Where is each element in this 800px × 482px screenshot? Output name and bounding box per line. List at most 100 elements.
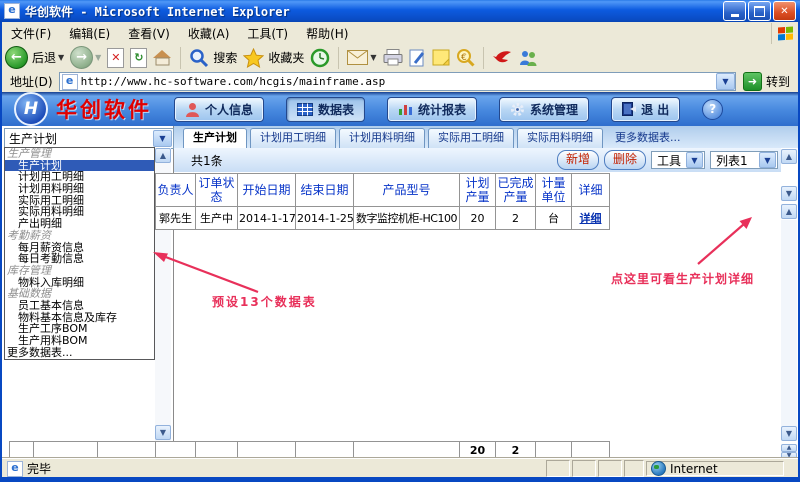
toolbar-separator bbox=[338, 47, 339, 69]
scroll-down-icon[interactable]: ▼ bbox=[155, 425, 171, 440]
tab-more-tables[interactable]: 更多数据表... bbox=[615, 128, 681, 148]
col-owner[interactable]: 负责人 bbox=[156, 174, 196, 207]
tab-actual-material[interactable]: 实际用料明细 bbox=[517, 128, 603, 148]
status-text: 完毕 bbox=[27, 460, 51, 477]
help-icon[interactable]: ? bbox=[702, 99, 723, 120]
col-detail[interactable]: 详细 bbox=[572, 174, 610, 207]
col-product-model[interactable]: 产品型号 bbox=[354, 174, 460, 207]
col-status[interactable]: 订单状态 bbox=[196, 174, 238, 207]
tools-select[interactable]: 工具 ▼ bbox=[651, 151, 705, 169]
scroll-down-icon[interactable]: ▼ bbox=[781, 426, 797, 441]
tab-bar: 生产计划 计划用工明细 计划用料明细 实际用工明细 实际用料明细 更多数据表..… bbox=[174, 126, 798, 148]
app-header: H 华创软件 个人信息 数据表 统计报表 系统管理 退 出 ? bbox=[2, 92, 798, 126]
summary-planned-qty: 20 bbox=[460, 442, 496, 460]
delete-button[interactable]: 删除 bbox=[604, 150, 646, 170]
status-bar: e 完毕 Internet bbox=[2, 458, 798, 478]
col-end-date[interactable]: 结束日期 bbox=[296, 174, 354, 207]
list-group-production: 生产管理 bbox=[5, 148, 154, 160]
col-start-date[interactable]: 开始日期 bbox=[238, 174, 296, 207]
back-dropdown-icon[interactable]: ▼ bbox=[58, 53, 64, 62]
messenger-button[interactable] bbox=[518, 49, 539, 67]
thunder-button[interactable] bbox=[492, 49, 512, 67]
toolbar-separator bbox=[483, 47, 484, 69]
nav-data-tables-button[interactable]: 数据表 bbox=[286, 97, 365, 122]
scroll-up-icon[interactable]: ▲ bbox=[155, 148, 171, 163]
chevron-down-icon[interactable]: ▼ bbox=[759, 152, 776, 168]
gear-icon bbox=[510, 102, 525, 117]
scroll-up-icon[interactable]: ▲ bbox=[781, 444, 797, 452]
favorites-button[interactable]: 收藏夹 bbox=[243, 48, 304, 68]
menu-file[interactable]: 文件(F) bbox=[2, 23, 60, 44]
grid-scrollbar[interactable]: ▲ ▼ ▲ ▼ ▲ ▼ bbox=[781, 148, 797, 458]
cell-status: 生产中 bbox=[196, 207, 238, 230]
detail-link[interactable]: 详细 bbox=[580, 212, 602, 225]
home-button[interactable] bbox=[153, 49, 172, 66]
search-button[interactable]: 搜索 bbox=[189, 48, 237, 68]
col-unit[interactable]: 计量单位 bbox=[536, 174, 572, 207]
tab-production-plan[interactable]: 生产计划 bbox=[183, 128, 247, 148]
title-bar: e 华创软件 - Microsoft Internet Explorer ✕ bbox=[0, 0, 800, 22]
list-group-attendance: 考勤薪资 bbox=[5, 230, 154, 242]
tab-actual-labor[interactable]: 实际用工明细 bbox=[428, 128, 514, 148]
nav-reports-button[interactable]: 统计报表 bbox=[387, 97, 477, 122]
list-item[interactable]: 生产用料BOM bbox=[5, 335, 154, 347]
menu-help[interactable]: 帮助(H) bbox=[297, 23, 357, 44]
scroll-up-icon[interactable]: ▲ bbox=[781, 204, 797, 219]
close-button[interactable]: ✕ bbox=[773, 1, 796, 21]
mail-dropdown-icon[interactable]: ▼ bbox=[370, 53, 376, 62]
menu-tools[interactable]: 工具(T) bbox=[238, 23, 297, 44]
annotation-tables-note: 预设13个数据表 bbox=[212, 293, 317, 310]
stop-button[interactable]: ✕ bbox=[107, 48, 124, 68]
menu-edit[interactable]: 编辑(E) bbox=[60, 23, 119, 44]
menu-view[interactable]: 查看(V) bbox=[119, 23, 179, 44]
view-select-value: 列表1 bbox=[716, 152, 748, 169]
scrollbar-track[interactable] bbox=[781, 220, 797, 426]
add-button[interactable]: 新增 bbox=[557, 150, 599, 170]
view-select[interactable]: 列表1 ▼ bbox=[710, 151, 778, 169]
back-button[interactable]: ← 后退 ▼ bbox=[5, 46, 64, 69]
col-completed-qty[interactable]: 已完成产量 bbox=[496, 174, 536, 207]
list-group-inventory: 库存管理 bbox=[5, 265, 154, 277]
maximize-button[interactable] bbox=[748, 1, 771, 21]
cell-completed-qty: 2 bbox=[496, 207, 536, 230]
annotation-detail-note: 点这里可看生产计划详细 bbox=[611, 270, 754, 287]
chevron-down-icon[interactable]: ▼ bbox=[686, 152, 703, 168]
scroll-up-icon[interactable]: ▲ bbox=[781, 149, 797, 164]
table-selector-dropdown[interactable]: 生产计划 ▼ bbox=[4, 128, 174, 149]
forward-button[interactable]: → ▼ bbox=[70, 46, 101, 69]
tab-planned-material[interactable]: 计划用料明细 bbox=[339, 128, 425, 148]
status-panel bbox=[624, 460, 644, 477]
status-panel bbox=[546, 460, 570, 477]
page-icon: e bbox=[62, 74, 78, 90]
cell-start-date: 2014-1-17 bbox=[238, 207, 296, 230]
mail-button[interactable]: ▼ bbox=[347, 50, 376, 65]
list-item-more-tables[interactable]: 更多数据表... bbox=[5, 347, 154, 359]
address-input[interactable]: e http://www.hc-software.com/hcgis/mainf… bbox=[59, 72, 736, 91]
svg-text:€: € bbox=[461, 53, 467, 63]
cell-owner: 郭先生 bbox=[156, 207, 196, 230]
list-item[interactable]: 员工基本信息 bbox=[5, 300, 154, 312]
print-button[interactable] bbox=[383, 49, 403, 66]
notes-button[interactable] bbox=[432, 49, 450, 66]
edit-button[interactable] bbox=[409, 49, 426, 67]
refresh-button[interactable]: ↻ bbox=[130, 48, 147, 68]
currency-button[interactable]: € bbox=[456, 48, 475, 67]
nav-admin-button[interactable]: 系统管理 bbox=[499, 97, 589, 122]
browser-window: e 华创软件 - Microsoft Internet Explorer ✕ 文… bbox=[0, 0, 800, 482]
col-planned-qty[interactable]: 计划产量 bbox=[460, 174, 496, 207]
scroll-down-icon[interactable]: ▼ bbox=[781, 186, 797, 201]
history-button[interactable] bbox=[310, 48, 330, 68]
list-item[interactable]: 计划用料明细 bbox=[5, 183, 154, 195]
cell-end-date: 2014-1-25 bbox=[296, 207, 354, 230]
nav-exit-button[interactable]: 退 出 bbox=[611, 97, 680, 122]
menu-favorites[interactable]: 收藏(A) bbox=[179, 23, 239, 44]
minimize-button[interactable] bbox=[723, 1, 746, 21]
address-dropdown-icon[interactable]: ▼ bbox=[716, 73, 735, 90]
menu-bar: 文件(F) 编辑(E) 查看(V) 收藏(A) 工具(T) 帮助(H) bbox=[2, 22, 798, 45]
summary-completed-qty: 2 bbox=[496, 442, 536, 460]
back-label: 后退 bbox=[32, 49, 56, 66]
nav-personal-info-button[interactable]: 个人信息 bbox=[174, 97, 264, 122]
tab-planned-labor[interactable]: 计划用工明细 bbox=[250, 128, 336, 148]
chevron-down-icon[interactable]: ▼ bbox=[153, 130, 172, 147]
go-button[interactable]: ➜ 转到 bbox=[743, 72, 790, 91]
